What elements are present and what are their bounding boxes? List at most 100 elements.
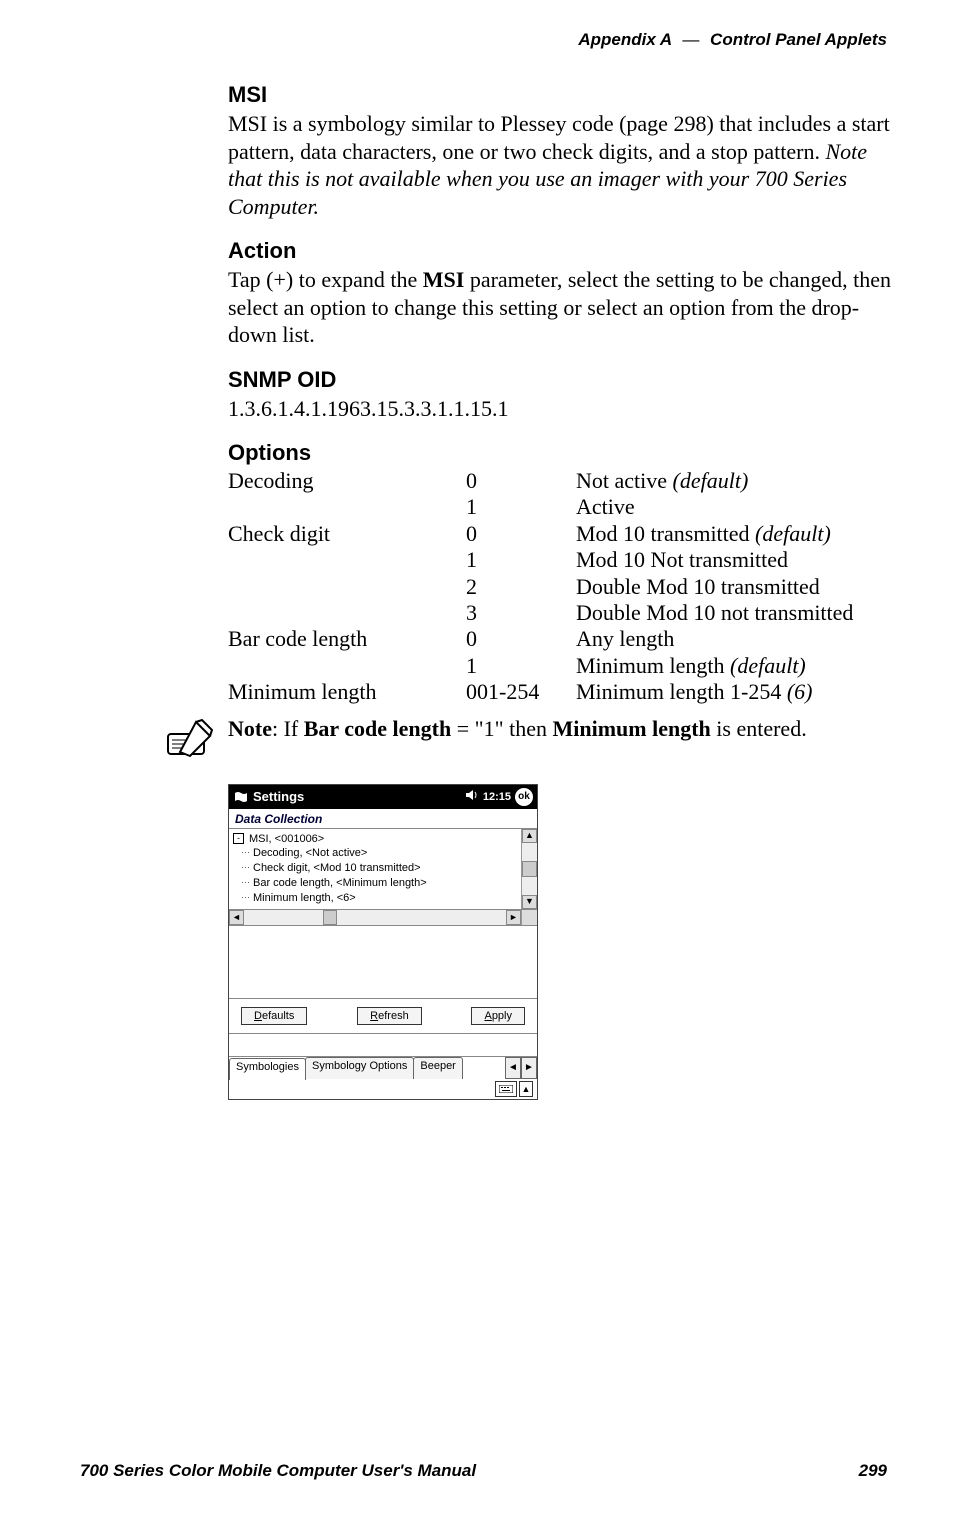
option-code: 1 [466, 653, 576, 679]
footer-title: 700 Series Color Mobile Computer User's … [80, 1461, 476, 1481]
option-desc: Double Mod 10 transmitted [576, 574, 896, 600]
tree-item[interactable]: Bar code length, <Minimum length> [233, 876, 517, 891]
page-footer: 700 Series Color Mobile Computer User's … [80, 1461, 887, 1481]
scroll-track[interactable] [522, 877, 537, 895]
footer-page-number: 299 [859, 1461, 887, 1481]
table-row: 1 Mod 10 Not transmitted [228, 547, 896, 573]
tree-item[interactable]: Decoding, <Not active> [233, 846, 517, 861]
options-heading: Options [228, 440, 896, 466]
option-name [228, 600, 466, 626]
option-name [228, 547, 466, 573]
tab-beeper[interactable]: Beeper [413, 1057, 462, 1079]
vertical-scrollbar[interactable]: ▲ ▼ [521, 829, 537, 909]
option-desc: Any length [576, 626, 896, 652]
option-desc: Double Mod 10 not transmitted [576, 600, 896, 626]
tree-item[interactable]: Minimum length, <6> [233, 891, 517, 906]
note-label: Note [228, 716, 272, 741]
scroll-corner [521, 910, 537, 925]
scroll-left-icon[interactable]: ◄ [229, 910, 244, 925]
option-desc: Mod 10 Not transmitted [576, 547, 896, 573]
defaults-button[interactable]: Defaults [241, 1007, 307, 1025]
table-row: 1 Minimum length (default) [228, 653, 896, 679]
tab-symbology-options[interactable]: Symbology Options [305, 1057, 414, 1079]
scroll-track[interactable] [522, 843, 537, 861]
running-header: Appendix A — Control Panel Applets [578, 30, 887, 50]
options-table: Decoding 0 Not active (default) 1 Active… [228, 468, 896, 706]
tab-left-icon[interactable]: ◄ [505, 1057, 521, 1079]
option-code: 0 [466, 468, 576, 494]
option-code: 3 [466, 600, 576, 626]
option-desc: Minimum length 1-254 (6) [576, 679, 896, 705]
option-name: Decoding [228, 468, 466, 494]
note-pencil-icon [166, 716, 214, 764]
option-name [228, 653, 466, 679]
horizontal-scrollbar[interactable]: ◄ ► [229, 910, 537, 926]
tab-right-icon[interactable]: ► [521, 1057, 537, 1079]
msi-heading: MSI [228, 82, 896, 108]
button-row: Defaults Refresh Apply [229, 999, 537, 1034]
table-row: 2 Double Mod 10 transmitted [228, 574, 896, 600]
option-name: Bar code length [228, 626, 466, 652]
option-code: 0 [466, 626, 576, 652]
tab-nav: ◄ ► [505, 1057, 537, 1079]
table-row: Check digit 0 Mod 10 transmitted (defaul… [228, 521, 896, 547]
spacer [229, 1034, 537, 1057]
option-name: Minimum length [228, 679, 466, 705]
start-icon[interactable] [233, 789, 249, 805]
keyboard-icon[interactable] [495, 1081, 517, 1097]
table-row: Minimum length 001-254 Minimum length 1-… [228, 679, 896, 705]
table-row: 1 Active [228, 494, 896, 520]
option-name [228, 494, 466, 520]
tree-root-label: MSI, <001006> [249, 832, 324, 847]
action-heading: Action [228, 238, 896, 264]
option-code: 001-254 [466, 679, 576, 705]
option-desc: Minimum length (default) [576, 653, 896, 679]
snmp-heading: SNMP OID [228, 367, 896, 393]
tree-item[interactable]: Check digit, <Mod 10 transmitted> [233, 861, 517, 876]
table-row: Decoding 0 Not active (default) [228, 468, 896, 494]
option-name: Check digit [228, 521, 466, 547]
scroll-right-icon[interactable]: ► [506, 910, 521, 925]
option-name [228, 574, 466, 600]
volume-icon[interactable] [465, 789, 479, 804]
ok-button[interactable]: ok [515, 788, 533, 806]
tree-root[interactable]: - MSI, <001006> [233, 832, 517, 847]
table-row: Bar code length 0 Any length [228, 626, 896, 652]
sip-up-icon[interactable]: ▲ [519, 1081, 533, 1097]
device-screenshot: Settings 12:15 ok Data Collection - MSI,… [228, 784, 538, 1100]
option-desc: Not active (default) [576, 468, 896, 494]
note-block: Note: If Bar code length = "1" then Mini… [166, 716, 896, 764]
header-dash: — [676, 30, 705, 49]
scroll-thumb[interactable] [522, 861, 537, 877]
action-body-a: Tap (+) to expand the [228, 267, 423, 292]
action-paragraph: Tap (+) to expand the MSI parameter, sel… [228, 266, 896, 349]
scroll-up-icon[interactable]: ▲ [522, 829, 537, 843]
applet-title: Data Collection [229, 809, 537, 829]
scroll-down-icon[interactable]: ▼ [522, 895, 537, 909]
tab-symbologies[interactable]: Symbologies [229, 1058, 306, 1080]
detail-pane [229, 926, 537, 999]
apply-button[interactable]: Apply [471, 1007, 525, 1025]
tab-strip: Symbologies Symbology Options Beeper ◄ ► [229, 1057, 537, 1079]
collapse-icon[interactable]: - [233, 833, 244, 844]
option-code: 0 [466, 521, 576, 547]
clock-time[interactable]: 12:15 [483, 791, 511, 803]
option-desc: Active [576, 494, 896, 520]
snmp-oid-value: 1.3.6.1.4.1.1963.15.3.3.1.1.15.1 [228, 395, 896, 423]
header-appendix: Appendix A [578, 30, 671, 49]
window-titlebar: Settings 12:15 ok [229, 785, 537, 809]
table-row: 3 Double Mod 10 not transmitted [228, 600, 896, 626]
option-code: 1 [466, 547, 576, 573]
option-code: 1 [466, 494, 576, 520]
scroll-track[interactable] [244, 910, 506, 925]
action-body-bold: MSI [423, 267, 465, 292]
note-text: Note: If Bar code length = "1" then Mini… [228, 716, 807, 742]
sip-bar: ▲ [229, 1079, 537, 1099]
msi-paragraph: MSI is a symbology similar to Plessey co… [228, 110, 896, 220]
settings-tree[interactable]: - MSI, <001006> Decoding, <Not active> C… [229, 829, 521, 909]
option-code: 2 [466, 574, 576, 600]
msi-body-text: MSI is a symbology similar to Plessey co… [228, 111, 890, 164]
scroll-thumb[interactable] [323, 910, 337, 925]
window-title: Settings [253, 789, 461, 804]
refresh-button[interactable]: Refresh [357, 1007, 422, 1025]
